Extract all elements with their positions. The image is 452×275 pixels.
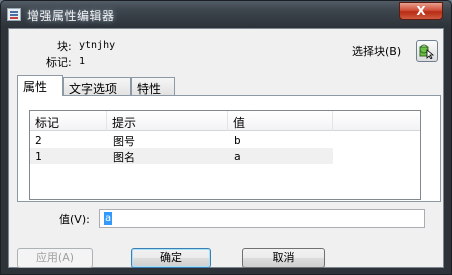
table-row[interactable]: 2 图号 b: [30, 132, 333, 148]
pick-object-icon: [419, 44, 435, 59]
app-icon: [7, 8, 21, 21]
tab-text-options[interactable]: 文字选项: [63, 77, 131, 96]
column-header-prompt[interactable]: 提示: [107, 111, 228, 131]
value-label: 值(V):: [59, 213, 90, 226]
dialog-body: 块: ytnjhy 标记: 1 选择块(B) 属性 文字选项 特性 标记 提示 …: [8, 28, 444, 268]
tab-properties[interactable]: 特性: [131, 77, 175, 96]
row-tag: 1: [35, 150, 42, 163]
table-header: 标记 提示 值: [30, 111, 420, 131]
attributes-panel: 标记 提示 值 2 图号 b 1 图名 a: [17, 95, 441, 202]
select-block-button[interactable]: [416, 40, 438, 62]
close-button[interactable]: X: [399, 2, 443, 20]
row-value: b: [234, 134, 241, 147]
tag-value: 1: [79, 56, 86, 67]
table-row-selected[interactable]: 1 图名 a: [30, 148, 333, 164]
block-name-value: ytnjhy: [79, 40, 116, 51]
attribute-table[interactable]: 标记 提示 值 2 图号 b 1 图名 a: [29, 110, 421, 200]
cancel-button[interactable]: 取消: [242, 248, 325, 268]
ok-button[interactable]: 确定: [131, 248, 211, 268]
select-block-label: 选择块(B): [352, 45, 402, 58]
title-bar[interactable]: 增强属性编辑器 X: [1, 1, 451, 28]
apply-button[interactable]: 应用(A): [17, 248, 93, 268]
row-prompt: 图名: [113, 151, 135, 164]
row-prompt: 图号: [113, 135, 135, 148]
tag-label: 标记:: [46, 56, 72, 69]
value-input[interactable]: a: [99, 209, 425, 228]
column-header-tag[interactable]: 标记: [30, 111, 107, 131]
window-title: 增强属性编辑器: [27, 9, 115, 23]
tab-attributes[interactable]: 属性: [17, 75, 63, 96]
row-value: a: [234, 150, 241, 163]
column-header-value[interactable]: 值: [228, 111, 333, 131]
value-input-text: a: [104, 212, 113, 225]
block-label: 块:: [57, 40, 72, 53]
dialog-window: 增强属性编辑器 X 块: ytnjhy 标记: 1 选择块(B) 属性 文字选项…: [0, 0, 452, 275]
row-tag: 2: [35, 134, 42, 147]
